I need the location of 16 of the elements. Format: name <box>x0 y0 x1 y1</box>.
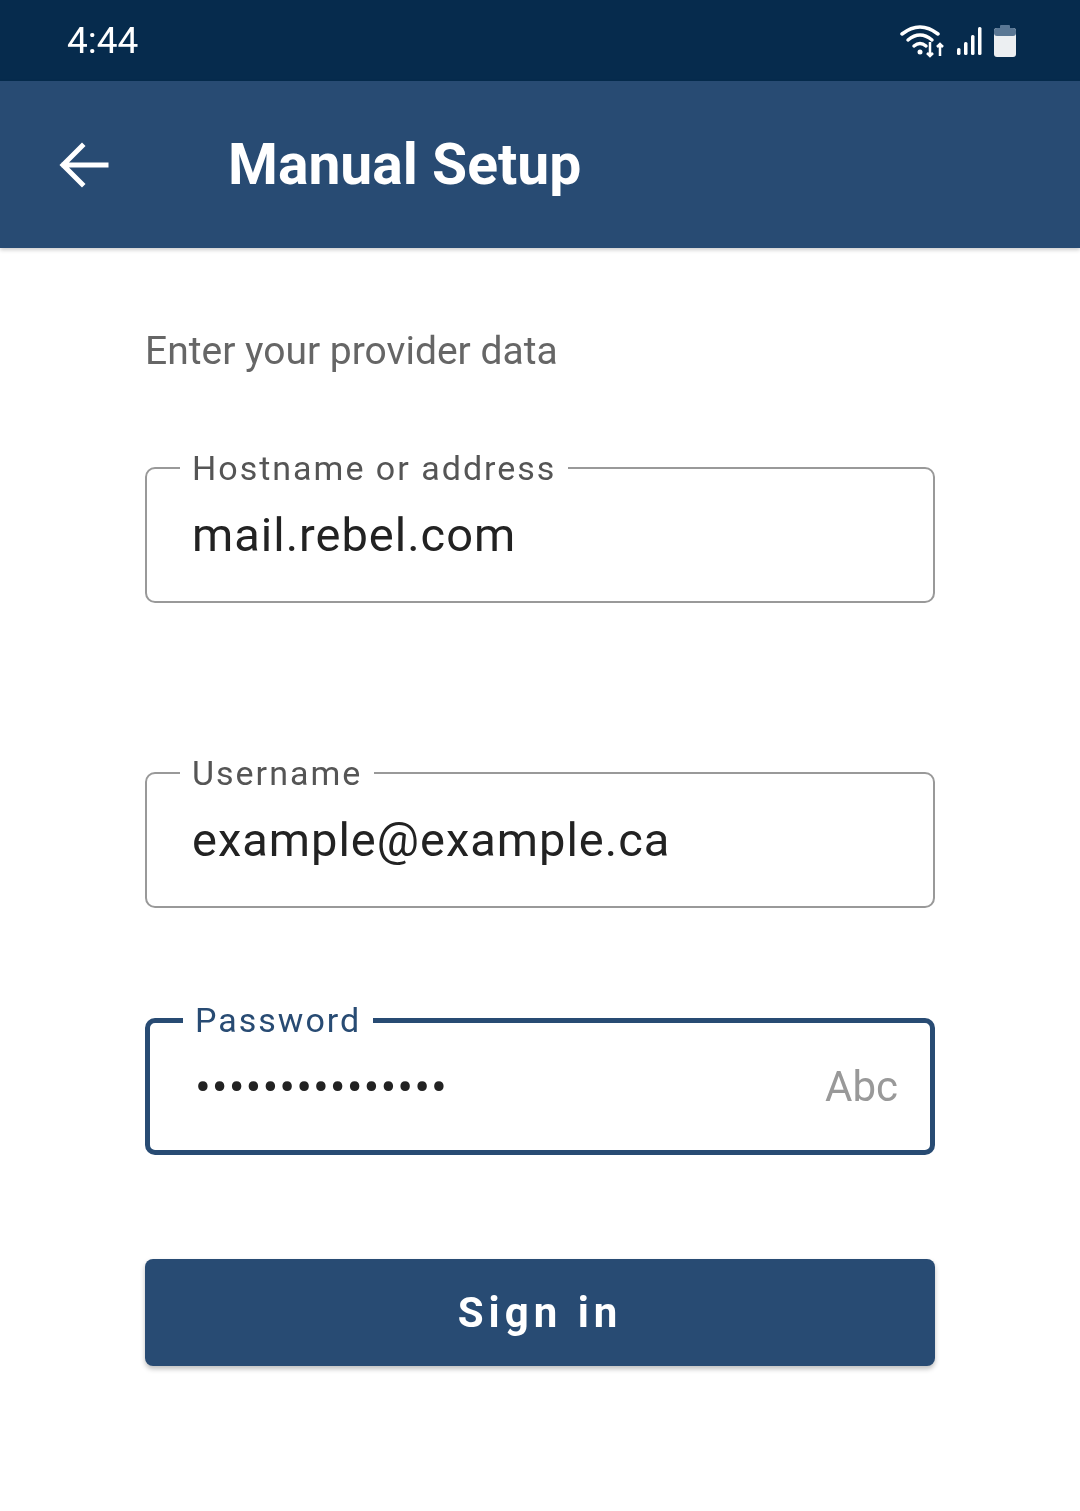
battery-icon <box>994 24 1016 57</box>
sign-in-button[interactable]: Sign in <box>145 1259 935 1366</box>
field-value: ••••••••••••••• <box>195 1058 448 1114</box>
field-label: Username <box>192 753 363 793</box>
back-button[interactable] <box>58 140 110 189</box>
input-mode-hint: Abc <box>825 1061 898 1111</box>
clock: 4:44 <box>67 19 139 62</box>
wifi-icon <box>900 23 946 58</box>
field-label: Password <box>195 1000 362 1040</box>
instruction-text: Enter your provider data <box>145 328 559 374</box>
signal-icon <box>956 25 984 56</box>
field-label: Hostname or address <box>192 448 557 488</box>
field-value: mail.rebel.com <box>192 506 517 562</box>
screen-title: Manual Setup <box>228 131 582 198</box>
field-value: example@example.ca <box>192 811 671 867</box>
arrow-left-icon <box>58 140 110 189</box>
